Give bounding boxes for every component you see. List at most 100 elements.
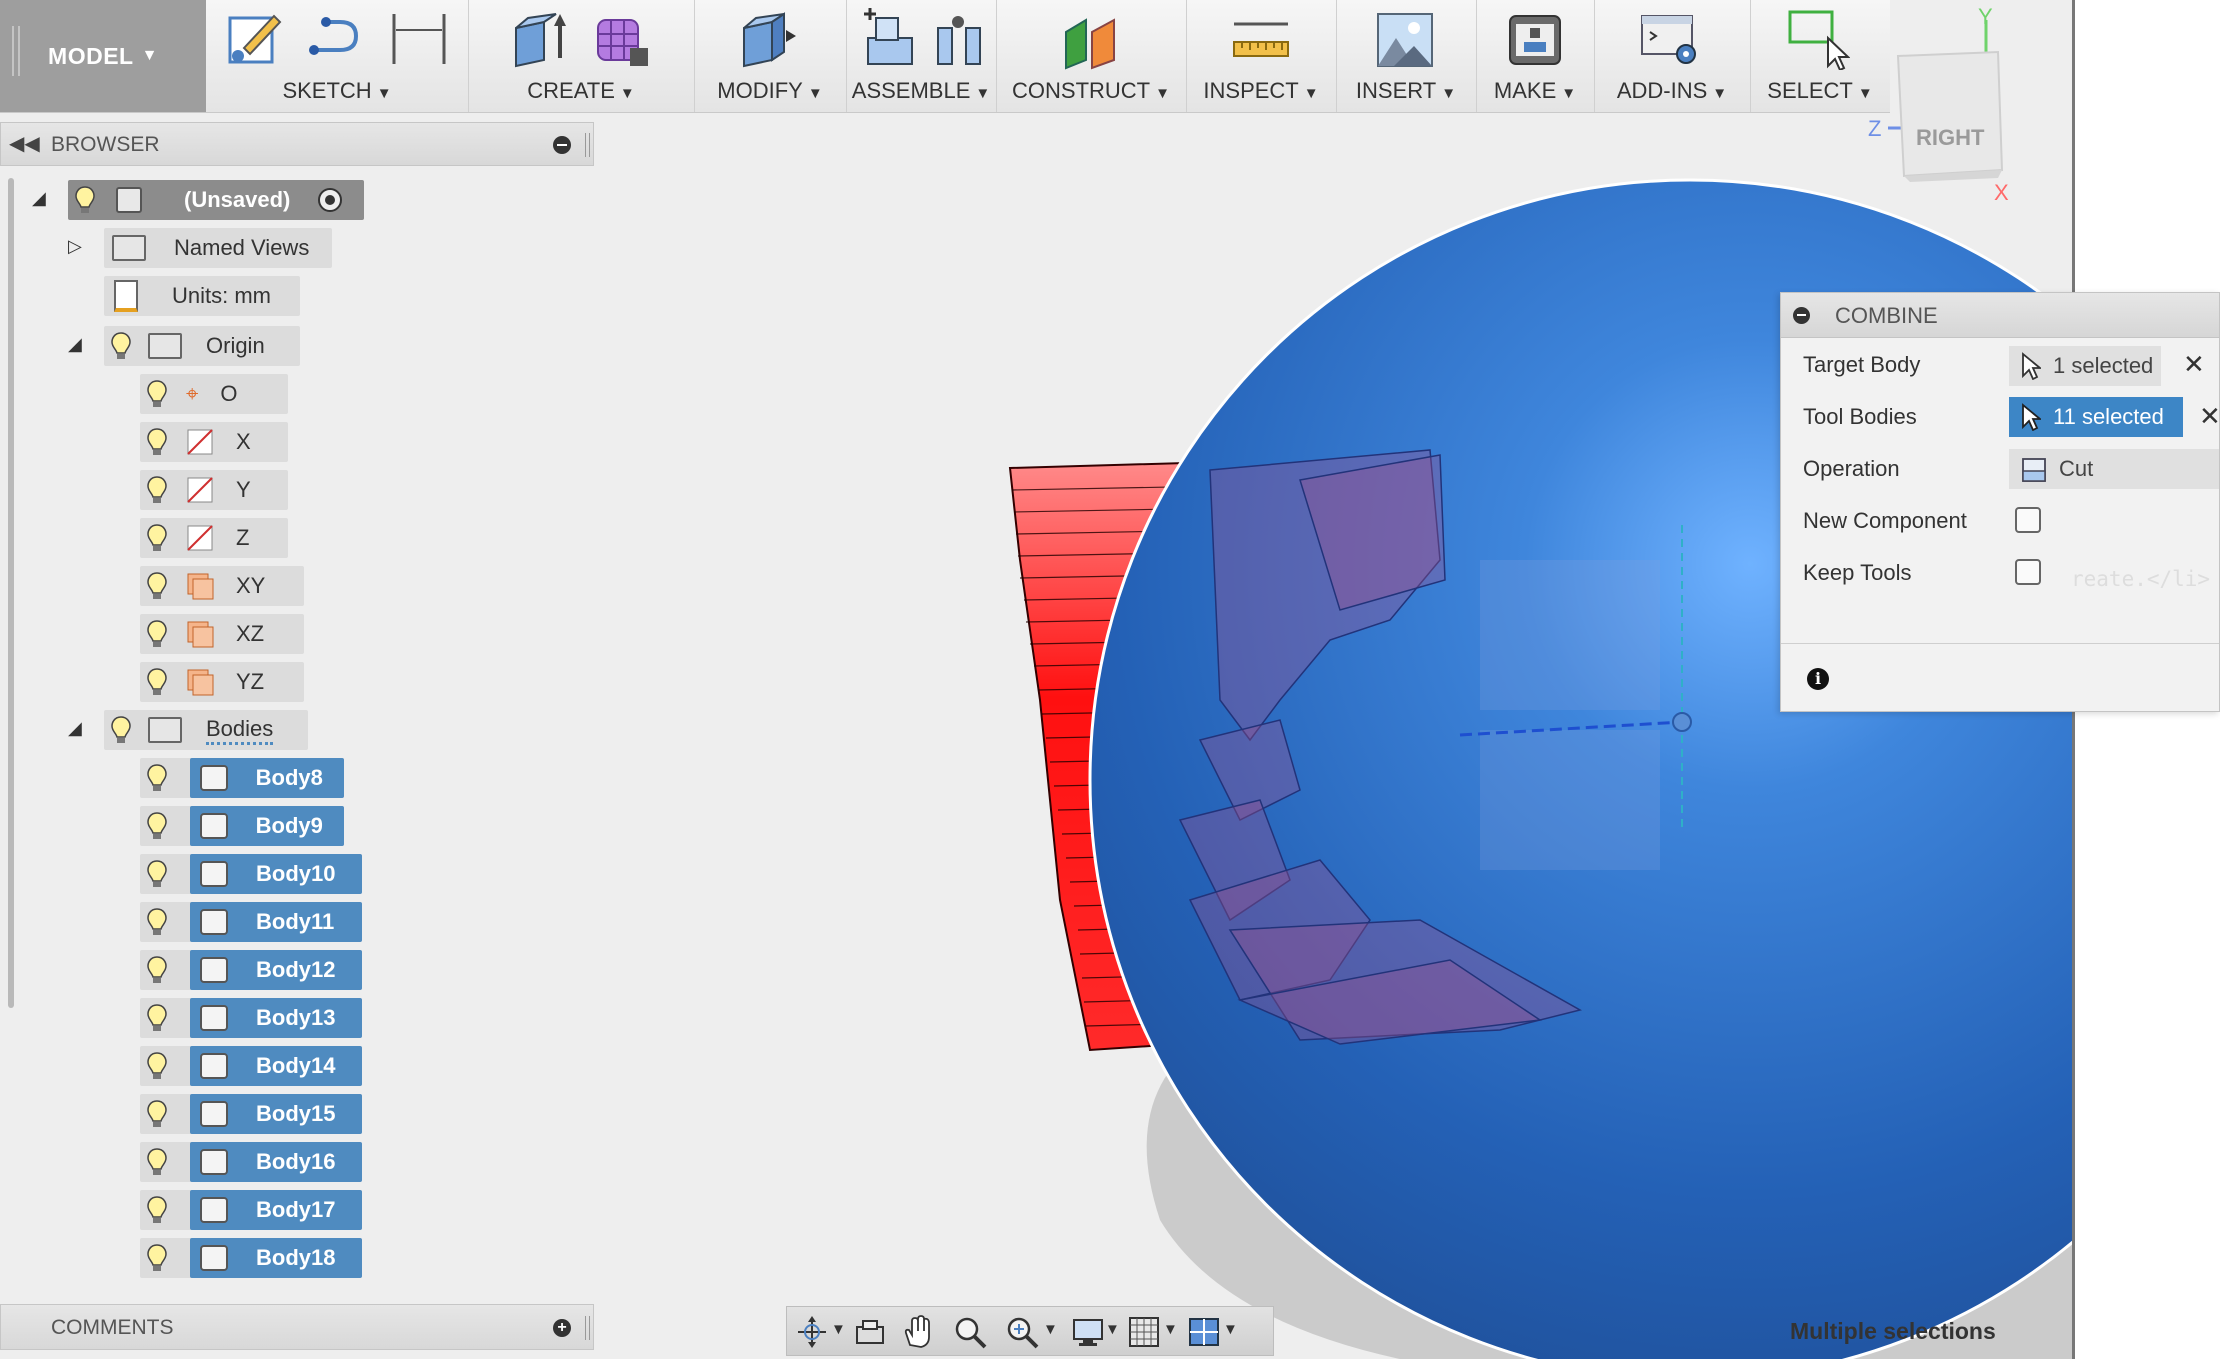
new-component-icon[interactable] bbox=[858, 8, 920, 70]
comments-panel-header[interactable]: COMMENTS + bbox=[0, 1304, 594, 1350]
tree-origin-point[interactable]: ⌖ O bbox=[140, 374, 288, 414]
tree-origin-plane-xz[interactable]: XZ bbox=[140, 614, 304, 654]
info-icon[interactable]: i bbox=[1807, 668, 1829, 690]
tree-body-item[interactable]: Body14 bbox=[140, 1046, 362, 1086]
tree-root[interactable]: (Unsaved) bbox=[68, 180, 364, 220]
tree-body-item[interactable]: Body8 bbox=[140, 758, 344, 798]
visibility-bulb-icon[interactable] bbox=[140, 758, 174, 798]
visibility-bulb-icon[interactable] bbox=[140, 950, 174, 990]
tool-bodies-selector[interactable]: 11 selected bbox=[2009, 397, 2183, 437]
visibility-bulb-icon[interactable] bbox=[140, 614, 174, 654]
tree-body-item[interactable]: Body15 bbox=[140, 1094, 362, 1134]
look-at-icon[interactable] bbox=[853, 1315, 887, 1349]
toolbar-label-insert[interactable]: INSERT ▼ bbox=[1336, 78, 1476, 104]
visibility-bulb-icon[interactable] bbox=[140, 422, 174, 462]
visibility-bulb-icon[interactable] bbox=[104, 326, 138, 366]
toolbar-group-create[interactable]: CREATE ▼ bbox=[468, 0, 695, 112]
expand-named-views-icon[interactable]: ▷ bbox=[68, 236, 82, 257]
toolbar-label-assemble[interactable]: ASSEMBLE ▼ bbox=[846, 78, 996, 104]
toolbar-label-construct[interactable]: CONSTRUCT ▼ bbox=[996, 78, 1186, 104]
toolbar-group-assemble[interactable]: ASSEMBLE ▼ bbox=[846, 0, 997, 112]
visibility-bulb-icon[interactable] bbox=[140, 1094, 174, 1134]
chevron-down-icon[interactable]: ▼ bbox=[1105, 1321, 1120, 1338]
insert-image-icon[interactable] bbox=[1374, 8, 1436, 70]
toolbar-group-insert[interactable]: INSERT ▼ bbox=[1336, 0, 1477, 112]
expand-bodies-icon[interactable]: ◢ bbox=[68, 718, 82, 739]
keep-tools-checkbox[interactable] bbox=[2015, 559, 2041, 585]
tree-body-item[interactable]: Body13 bbox=[140, 998, 362, 1038]
visibility-bulb-icon[interactable] bbox=[140, 566, 174, 606]
toolbar-label-select[interactable]: SELECT ▼ bbox=[1750, 78, 1890, 104]
visibility-bulb-icon[interactable] bbox=[140, 902, 174, 942]
grid-icon[interactable] bbox=[1127, 1315, 1161, 1349]
tree-bodies-folder[interactable]: Bodies bbox=[104, 710, 308, 750]
clear-target-icon[interactable]: ✕ bbox=[2183, 349, 2205, 380]
toolbar-group-select[interactable]: SELECT ▼ bbox=[1750, 0, 1890, 112]
collapse-dialog-icon[interactable] bbox=[1793, 307, 1810, 324]
browser-panel-header[interactable]: ◀◀ BROWSER bbox=[0, 122, 594, 166]
visibility-bulb-icon[interactable] bbox=[140, 806, 174, 846]
panel-pin-icon[interactable] bbox=[585, 1316, 590, 1340]
visibility-bulb-icon[interactable] bbox=[140, 1238, 174, 1278]
press-pull-icon[interactable] bbox=[736, 8, 798, 70]
new-component-checkbox[interactable] bbox=[2015, 507, 2041, 533]
panel-pin-icon[interactable] bbox=[585, 133, 590, 157]
visibility-bulb-icon[interactable] bbox=[140, 1046, 174, 1086]
visibility-bulb-icon[interactable] bbox=[140, 1190, 174, 1230]
pan-hand-icon[interactable] bbox=[901, 1315, 935, 1349]
toolbar-grip[interactable] bbox=[12, 26, 20, 76]
display-settings-icon[interactable] bbox=[1071, 1315, 1105, 1349]
tree-origin-plane-xy[interactable]: XY bbox=[140, 566, 304, 606]
create-sketch-icon[interactable] bbox=[224, 8, 286, 70]
tree-units[interactable]: Units: mm bbox=[104, 276, 300, 316]
measure-icon[interactable] bbox=[1230, 8, 1292, 70]
visibility-bulb-icon[interactable] bbox=[104, 710, 138, 750]
tree-body-item[interactable]: Body11 bbox=[140, 902, 362, 942]
tree-body-item[interactable]: Body9 bbox=[140, 806, 344, 846]
chevron-down-icon[interactable]: ▼ bbox=[1043, 1321, 1058, 1338]
form-box-icon[interactable] bbox=[590, 8, 652, 70]
tree-body-item[interactable]: Body12 bbox=[140, 950, 362, 990]
tree-body-item[interactable]: Body18 bbox=[140, 1238, 362, 1278]
zoom-icon[interactable] bbox=[953, 1315, 987, 1349]
chevron-down-icon[interactable]: ▼ bbox=[1163, 1321, 1178, 1338]
tree-origin-axis-x[interactable]: X bbox=[140, 422, 288, 462]
minimize-icon[interactable] bbox=[553, 136, 571, 154]
toolbar-group-inspect[interactable]: INSPECT ▼ bbox=[1186, 0, 1337, 112]
offset-plane-icon[interactable] bbox=[1060, 8, 1122, 70]
extrude-icon[interactable] bbox=[508, 8, 570, 70]
toolbar-group-add-ins[interactable]: ADD-INS ▼ bbox=[1594, 0, 1751, 112]
dimension-icon[interactable] bbox=[388, 8, 450, 70]
chevron-down-icon[interactable]: ▼ bbox=[831, 1321, 846, 1338]
tree-origin-plane-yz[interactable]: YZ bbox=[140, 662, 304, 702]
target-body-selector[interactable]: 1 selected bbox=[2009, 346, 2161, 386]
visibility-bulb-icon[interactable] bbox=[140, 1142, 174, 1182]
expand-root-icon[interactable]: ◢ bbox=[32, 188, 46, 209]
tree-body-item[interactable]: Body17 bbox=[140, 1190, 362, 1230]
visibility-bulb-icon[interactable] bbox=[140, 662, 174, 702]
tree-body-item[interactable]: Body16 bbox=[140, 1142, 362, 1182]
toolbar-label-create[interactable]: CREATE ▼ bbox=[468, 78, 694, 104]
visibility-bulb-icon[interactable] bbox=[140, 374, 174, 414]
tree-body-item[interactable]: Body10 bbox=[140, 854, 362, 894]
tree-named-views[interactable]: Named Views bbox=[104, 228, 332, 268]
toolbar-group-construct[interactable]: CONSTRUCT ▼ bbox=[996, 0, 1187, 112]
tree-origin[interactable]: Origin bbox=[104, 326, 300, 366]
fit-zoom-icon[interactable] bbox=[1005, 1315, 1039, 1349]
toolbar-label-make[interactable]: MAKE ▼ bbox=[1476, 78, 1594, 104]
tree-origin-axis-z[interactable]: Z bbox=[140, 518, 288, 558]
visibility-bulb-icon[interactable] bbox=[140, 518, 174, 558]
viewports-icon[interactable] bbox=[1187, 1315, 1221, 1349]
operation-dropdown[interactable]: Cut bbox=[2009, 449, 2219, 489]
add-comment-icon[interactable]: + bbox=[553, 1319, 571, 1337]
clear-tools-icon[interactable]: ✕ bbox=[2199, 401, 2219, 432]
toolbar-label-inspect[interactable]: INSPECT ▼ bbox=[1186, 78, 1336, 104]
toolbar-label-modify[interactable]: MODIFY ▼ bbox=[694, 78, 846, 104]
activate-radio-icon[interactable] bbox=[318, 188, 343, 212]
3d-print-icon[interactable] bbox=[1504, 8, 1566, 70]
toolbar-group-modify[interactable]: MODIFY ▼ bbox=[694, 0, 847, 112]
toolbar-label-sketch[interactable]: SKETCH ▼ bbox=[206, 78, 468, 104]
visibility-bulb-icon[interactable] bbox=[68, 180, 102, 220]
toolbar-label-add-ins[interactable]: ADD-INS ▼ bbox=[1594, 78, 1750, 104]
combine-dialog-header[interactable]: COMBINE bbox=[1781, 293, 2219, 338]
